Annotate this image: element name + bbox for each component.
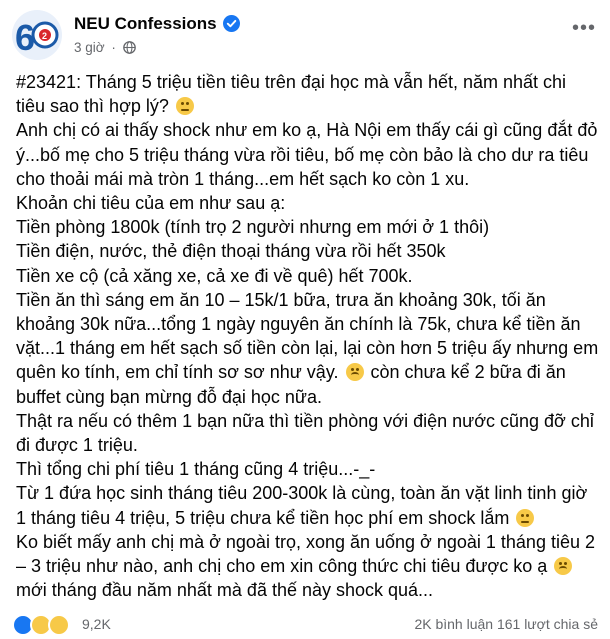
post-header: 6 2 NEU Confessions 3 giờ · ••• [12,10,598,62]
post-line: Thật ra nếu có thêm 1 bạn nữa thì tiền p… [16,410,594,456]
smile-emoji-icon [175,97,194,116]
worried-emoji-icon [554,557,573,576]
post-line: Anh chị có ai thấy shock như em ko ạ, Hà… [16,120,598,189]
post-line: Tiền ăn thì sáng em ăn 10 – 15k/1 bữa, t… [16,289,599,407]
neu-60-logo-icon: 6 2 [12,10,62,60]
sad-emoji-icon [345,363,364,382]
reaction-icons[interactable] [12,614,70,639]
post-line: Từ 1 đứa học sinh tháng tiêu 200-300k là… [16,483,588,528]
post-line: Tiền điện, nước, thẻ điện thoại tháng vừ… [16,241,446,262]
smile-emoji-icon [516,508,535,527]
post-line: Tiền xe cộ (cả xăng xe, cả xe đi về quê)… [16,265,413,286]
meta-separator: · [111,40,116,55]
post-meta: 3 giờ · [74,40,136,55]
page-name[interactable]: NEU Confessions [74,14,217,34]
post-line: Thì tổng chi phí tiêu 1 tháng cũng 4 tri… [16,459,376,480]
post-line: Tiền phòng 1800k (tính trọ 2 người nhưng… [16,217,490,238]
reaction-count[interactable]: 9,2K [82,616,111,632]
wow-reaction-icon [48,614,70,636]
post-time[interactable]: 3 giờ [74,40,105,55]
post-body: #23421: Tháng 5 triệu tiền tiêu trên đại… [16,70,600,602]
more-options-icon[interactable]: ••• [570,18,598,42]
page-avatar[interactable]: 6 2 [12,10,62,60]
globe-icon [122,41,136,54]
post-footer: 9,2K 2K bình luận 161 lượt chia sẻ [12,614,598,636]
svg-text:2: 2 [42,31,47,41]
post-line: Khoản chi tiêu của em như sau ạ: [16,193,286,214]
verified-badge-icon [223,15,240,32]
post-line: #23421: Tháng 5 triệu tiền tiêu trên đại… [16,72,567,117]
post-line: Ko biết mấy anh chị mà ở ngoài trọ, xong… [16,531,595,601]
comment-share-stats[interactable]: 2K bình luận 161 lượt chia sẻ [414,616,598,632]
